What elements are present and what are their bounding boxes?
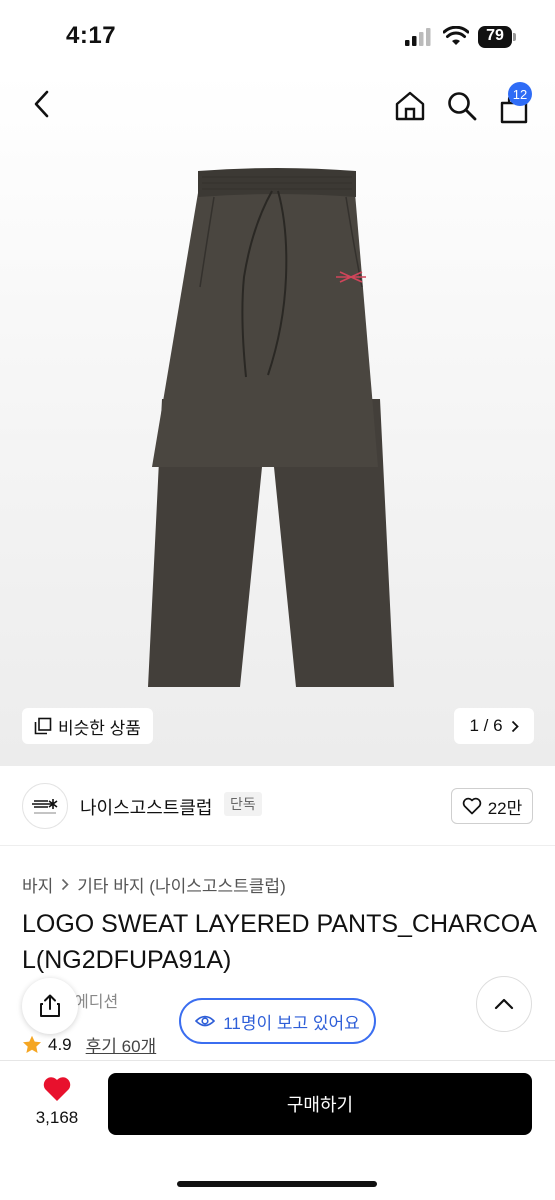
- brand-row: 나이스고스트클럽 단독 22만: [0, 768, 555, 846]
- brand-name[interactable]: 나이스고스트클럽: [80, 794, 212, 820]
- cart-button[interactable]: 12: [494, 82, 534, 126]
- scroll-to-top-button[interactable]: [476, 976, 532, 1032]
- share-button[interactable]: [22, 978, 78, 1034]
- exclusive-badge: 단독: [224, 792, 262, 816]
- product-title: LOGO SWEAT LAYERED PANTS_CHARCOAL(NG2DFU…: [22, 910, 537, 974]
- image-page-text: 1 / 6: [469, 716, 503, 735]
- star-icon: [23, 1035, 41, 1053]
- cart-count-badge: 12: [508, 82, 532, 106]
- similar-products-label: 비슷한 상품: [58, 718, 141, 738]
- wifi-icon: [443, 26, 469, 45]
- chevron-up-icon: [494, 998, 514, 1010]
- status-time: 4:17: [66, 22, 117, 49]
- viewers-notice: 11명이 보고 있어요: [179, 998, 376, 1044]
- rating-row: 4.9 후기 60개: [22, 1032, 156, 1057]
- status-bar: 4:17 79: [0, 0, 555, 72]
- wishlist-count: 3,168: [35, 1108, 79, 1127]
- product-image: [148, 168, 394, 687]
- breadcrumb-category[interactable]: 바지: [22, 872, 53, 897]
- buy-button[interactable]: 구매하기: [108, 1073, 532, 1135]
- brand-like-button[interactable]: 22만: [451, 788, 533, 824]
- brand-logo[interactable]: [22, 783, 68, 829]
- image-page-indicator[interactable]: 1 / 6: [454, 708, 534, 744]
- battery-level: 79: [486, 27, 504, 44]
- reviews-link[interactable]: 후기 60개: [86, 1032, 157, 1057]
- search-icon: [448, 92, 477, 121]
- eye-icon: [195, 1015, 216, 1027]
- back-chevron-icon: [34, 90, 49, 118]
- home-icon: [395, 91, 425, 121]
- rating-score: 4.9: [48, 1034, 72, 1054]
- similar-items-icon: [34, 717, 52, 735]
- wishlist-button[interactable]: 3,168: [22, 1075, 92, 1135]
- viewers-text: 11명이 보고 있어요: [223, 1013, 360, 1033]
- brand-logo-icon: [32, 799, 58, 814]
- share-icon: [40, 994, 60, 1017]
- cellular-signal-icon: [405, 28, 431, 46]
- home-indicator: [177, 1181, 377, 1187]
- heart-filled-icon: [43, 1077, 71, 1101]
- product-tag: 에디션: [74, 994, 119, 1011]
- back-button[interactable]: [22, 84, 62, 124]
- bottom-action-bar: 3,168 구매하기: [0, 1060, 555, 1200]
- search-button[interactable]: [442, 86, 482, 126]
- breadcrumb: 바지 기타 바지 (나이스고스트클럽): [22, 872, 286, 897]
- breadcrumb-subcategory[interactable]: 기타 바지 (나이스고스트클럽): [77, 872, 285, 897]
- home-button[interactable]: [390, 86, 430, 126]
- chevron-right-icon: [62, 878, 69, 891]
- battery-icon: 79: [478, 26, 518, 48]
- heart-outline-icon: [462, 797, 481, 815]
- similar-products-button[interactable]: 비슷한 상품: [22, 708, 153, 744]
- brand-like-count: 22만: [487, 798, 523, 818]
- product-gallery[interactable]: 12 비슷한 상품 1 / 6: [0, 72, 555, 766]
- chevron-right-icon: [511, 720, 519, 732]
